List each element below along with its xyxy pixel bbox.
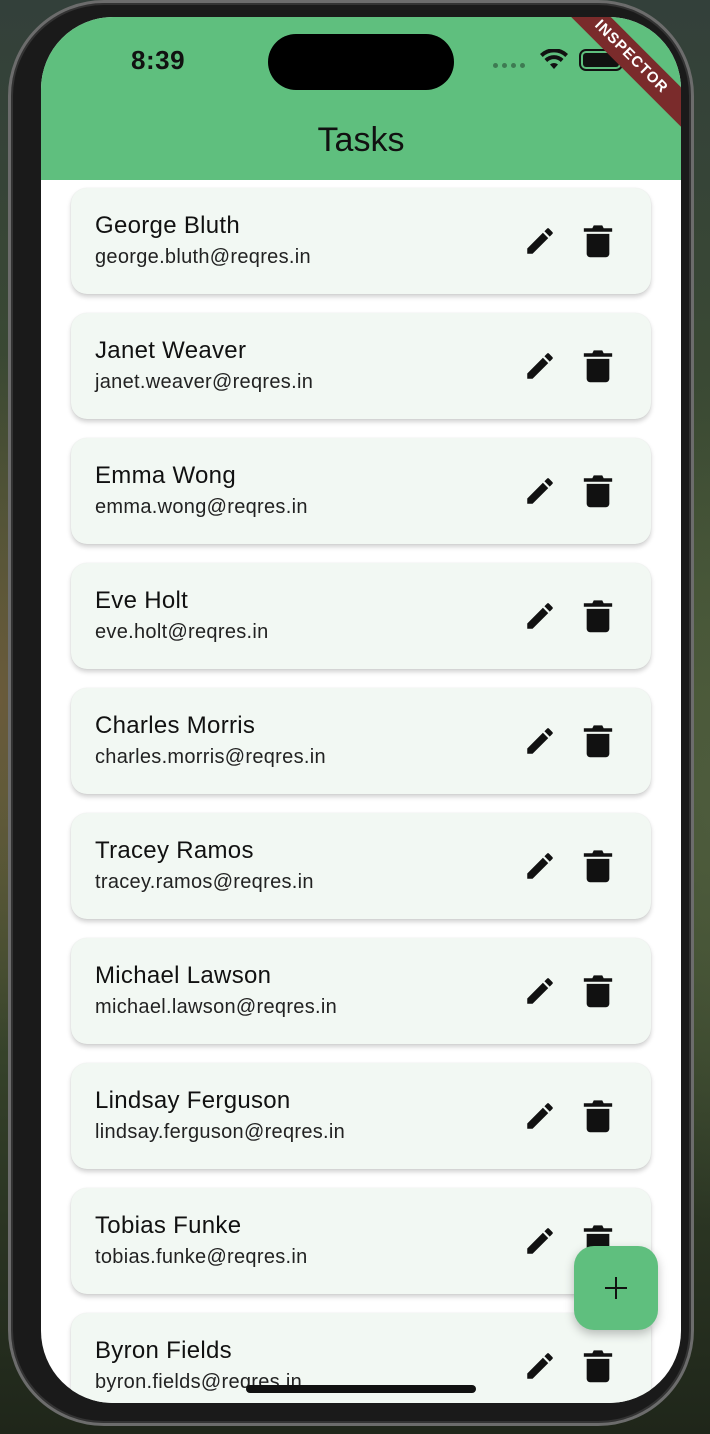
task-name: Tracey Ramos xyxy=(95,837,254,864)
task-card[interactable]: George Bluth george.bluth@reqres.in xyxy=(71,188,651,294)
app-bar: 8:39 INSPECTOR Tasks xyxy=(41,17,681,180)
task-email: janet.weaver@reqres.in xyxy=(95,371,314,393)
task-card[interactable]: Tracey Ramos tracey.ramos@reqres.in xyxy=(71,813,651,919)
task-name: Janet Weaver xyxy=(95,337,247,364)
edit-icon[interactable] xyxy=(523,724,557,758)
edit-icon[interactable] xyxy=(523,599,557,633)
edit-icon[interactable] xyxy=(523,974,557,1008)
plus-icon xyxy=(605,1277,627,1299)
delete-icon[interactable] xyxy=(583,849,613,883)
task-list[interactable]: George Bluth george.bluth@reqres.in Jane… xyxy=(41,180,681,1403)
delete-icon[interactable] xyxy=(583,599,613,633)
task-card[interactable]: Michael Lawson michael.lawson@reqres.in xyxy=(71,938,651,1044)
task-card[interactable]: Eve Holt eve.holt@reqres.in xyxy=(71,563,651,669)
delete-icon[interactable] xyxy=(583,474,613,508)
delete-icon[interactable] xyxy=(583,1349,613,1383)
task-email: lindsay.ferguson@reqres.in xyxy=(95,1121,346,1143)
status-time: 8:39 xyxy=(131,45,186,75)
task-card[interactable]: Lindsay Ferguson lindsay.ferguson@reqres… xyxy=(71,1063,651,1169)
task-name: Lindsay Ferguson xyxy=(95,1087,291,1114)
debug-banner-label: INSPECTOR xyxy=(557,17,681,131)
task-card[interactable]: Emma Wong emma.wong@reqres.in xyxy=(71,438,651,544)
task-email: charles.morris@reqres.in xyxy=(95,746,326,768)
task-email: michael.lawson@reqres.in xyxy=(95,996,338,1018)
add-task-button[interactable] xyxy=(574,1246,658,1330)
delete-icon[interactable] xyxy=(583,974,613,1008)
task-card[interactable]: Tobias Funke tobias.funke@reqres.in xyxy=(71,1188,651,1294)
edit-icon[interactable] xyxy=(523,224,557,258)
task-name: Byron Fields xyxy=(95,1337,232,1364)
task-name: Tobias Funke xyxy=(95,1212,242,1239)
edit-icon[interactable] xyxy=(523,349,557,383)
delete-icon[interactable] xyxy=(583,724,613,758)
delete-icon[interactable] xyxy=(583,349,613,383)
task-email: emma.wong@reqres.in xyxy=(95,496,308,518)
task-name: Michael Lawson xyxy=(95,962,272,989)
task-email: eve.holt@reqres.in xyxy=(95,621,269,643)
cellular-signal-icon xyxy=(493,59,531,69)
edit-icon[interactable] xyxy=(523,1224,557,1258)
task-name: Charles Morris xyxy=(95,712,256,739)
task-email: tobias.funke@reqres.in xyxy=(95,1246,308,1268)
phone-frame: 8:39 INSPECTOR Tasks George Bluth george… xyxy=(8,0,694,1426)
page-title: Tasks xyxy=(317,121,405,159)
screen: 8:39 INSPECTOR Tasks George Bluth george… xyxy=(41,17,681,1403)
task-name: Eve Holt xyxy=(95,587,189,614)
task-name: Emma Wong xyxy=(95,462,236,489)
delete-icon[interactable] xyxy=(583,1099,613,1133)
task-card[interactable]: Charles Morris charles.morris@reqres.in xyxy=(71,688,651,794)
edit-icon[interactable] xyxy=(523,849,557,883)
task-name: George Bluth xyxy=(95,212,241,239)
edit-icon[interactable] xyxy=(523,474,557,508)
edit-icon[interactable] xyxy=(523,1099,557,1133)
home-indicator[interactable] xyxy=(246,1385,476,1393)
dynamic-island xyxy=(268,34,454,90)
task-email: george.bluth@reqres.in xyxy=(95,246,311,268)
task-card[interactable]: Janet Weaver janet.weaver@reqres.in xyxy=(71,313,651,419)
edit-icon[interactable] xyxy=(523,1349,557,1383)
delete-icon[interactable] xyxy=(583,224,613,258)
task-email: tracey.ramos@reqres.in xyxy=(95,871,314,893)
